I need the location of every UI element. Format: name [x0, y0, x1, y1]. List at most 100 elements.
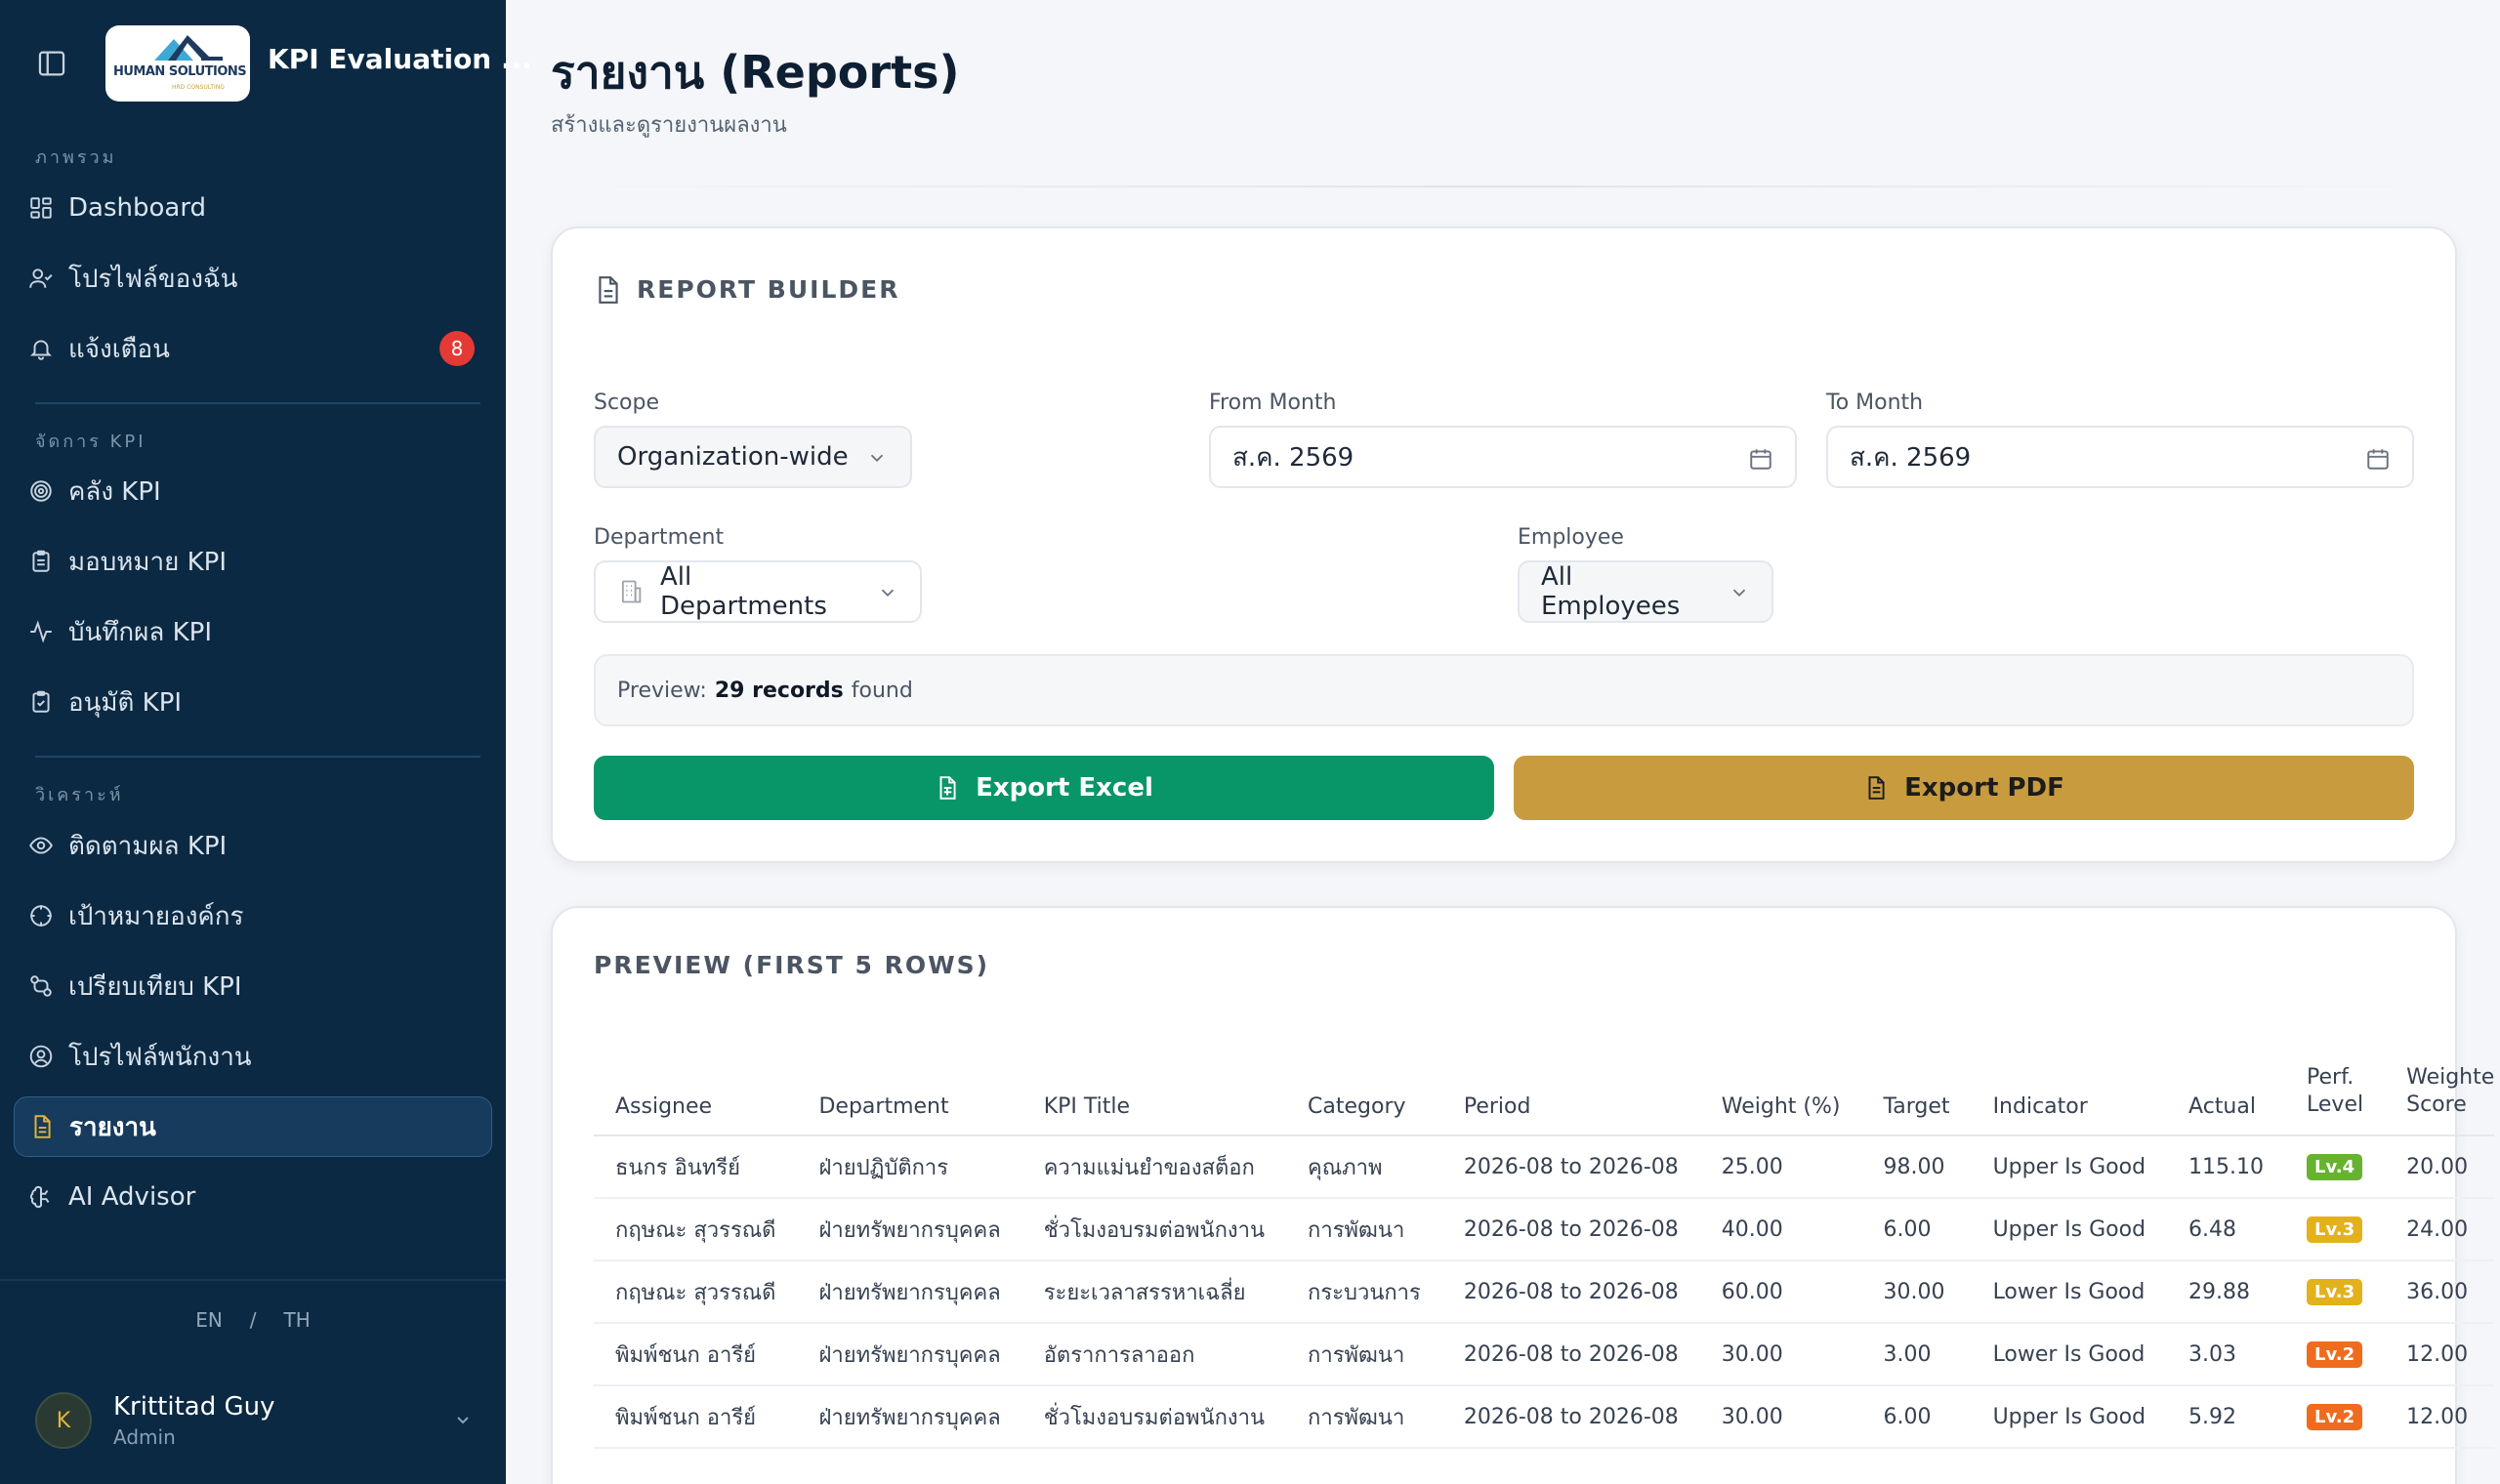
export-excel-button[interactable]: Export Excel [594, 756, 1494, 820]
scope-select[interactable]: Organization-wide [594, 426, 912, 488]
calendar-icon[interactable] [1748, 446, 1773, 472]
sidebar-item-ai-advisor[interactable]: AI Advisor [14, 1167, 492, 1227]
cell-period: 2026-08 to 2026-08 [1441, 1260, 1700, 1324]
preview-table: Assignee Department KPI Title Category P… [594, 1064, 2495, 1449]
sidebar-item-assign-kpi[interactable]: มอบหมาย KPI [14, 531, 492, 592]
lang-th-button[interactable]: TH [284, 1308, 311, 1332]
column-header: Assignee [594, 1064, 798, 1136]
column-header: Period [1441, 1064, 1700, 1136]
cell-period: 2026-08 to 2026-08 [1441, 1198, 1700, 1261]
activity-icon [27, 618, 55, 645]
cell-score: 20.00 [2385, 1135, 2495, 1199]
chevron-down-icon [1729, 581, 1750, 602]
cell-department: ฝ่ายทรัพยากรบุคคล [797, 1323, 1022, 1386]
sidebar-item-track-kpi[interactable]: ติดตามผล KPI [14, 815, 492, 876]
chevron-down-icon [451, 1408, 475, 1431]
cell-kpi-title: อัตราการลาออก [1021, 1323, 1287, 1386]
lang-separator: / [249, 1308, 257, 1332]
column-header: Weighte Score [2385, 1064, 2495, 1136]
clipboard-list-icon [27, 548, 55, 575]
cell-category: คุณภาพ [1286, 1135, 1442, 1199]
from-month-input[interactable]: ส.ค. 2569 [1209, 426, 1797, 488]
sidebar-item-kpi-library[interactable]: คลัง KPI [14, 461, 492, 521]
cell-department: ฝ่ายทรัพยากรบุคคล [797, 1198, 1022, 1261]
cell-kpi-title: ชั่วโมงอบรมต่อพนักงาน [1021, 1385, 1287, 1449]
sidebar-item-label: คลัง KPI [68, 476, 161, 507]
table-row[interactable]: กฤษณะ สุวรรณดี ฝ่ายทรัพยากรบุคคล ระยะเวลาส… [594, 1260, 2495, 1324]
column-header: Department [797, 1064, 1022, 1136]
lang-en-button[interactable]: EN [195, 1308, 223, 1332]
sidebar-item-label: โปรไฟล์ของฉัน [68, 264, 238, 294]
sidebar: HUMAN SOLUTIONS HRD CONSULTING KPI Evalu… [0, 0, 532, 1484]
sidebar-item-label: ติดตามผล KPI [68, 831, 228, 861]
clipboard-check-icon [27, 688, 55, 716]
sidebar-toggle-icon[interactable] [35, 47, 68, 80]
cell-category: การพัฒนา [1286, 1385, 1442, 1449]
cell-assignee: ธนกร อินทรีย์ [594, 1135, 798, 1199]
cell-category: การพัฒนา [1286, 1323, 1442, 1386]
cell-period: 2026-08 to 2026-08 [1441, 1323, 1700, 1386]
user-menu[interactable]: K Krittitad Guy Admin [35, 1386, 475, 1455]
cell-score: 12.00 [2385, 1323, 2495, 1386]
dashboard-icon [27, 194, 55, 222]
cell-weight: 40.00 [1699, 1198, 1862, 1261]
company-logo[interactable]: HUMAN SOLUTIONS HRD CONSULTING [105, 25, 250, 102]
header-divider [551, 186, 2455, 187]
bell-icon [27, 335, 55, 362]
department-label: Department [594, 525, 725, 550]
preview-record-count: Preview: 29 records found [594, 654, 2414, 726]
logo-text: HUMAN SOLUTIONS [113, 64, 247, 79]
export-pdf-button[interactable]: Export PDF [1514, 756, 2414, 820]
cell-category: การพัฒนา [1286, 1198, 1442, 1261]
performance-level-badge: Lv.3 [2307, 1216, 2363, 1243]
preview-prefix: Preview: [617, 678, 707, 703]
cell-weight: 30.00 [1699, 1323, 1862, 1386]
sidebar-item-org-goals[interactable]: เป้าหมายองค์กร [14, 886, 492, 946]
sidebar-item-approve-kpi[interactable]: อนุมัติ KPI [14, 672, 492, 732]
file-text-icon [1863, 775, 1889, 801]
cell-category: กระบวนการ [1286, 1260, 1442, 1324]
column-header: Category [1286, 1064, 1442, 1136]
performance-level-badge: Lv.3 [2307, 1278, 2363, 1305]
sidebar-divider [35, 402, 480, 404]
section-label-overview: ภาพรวม [35, 147, 117, 168]
sidebar-item-dashboard[interactable]: Dashboard [14, 178, 492, 238]
sidebar-item-reports[interactable]: รายงาน [14, 1096, 492, 1157]
preview-count: 29 records [714, 678, 844, 703]
cell-actual: 115.10 [2167, 1135, 2286, 1199]
cell-level: Lv.2 [2285, 1323, 2386, 1386]
sidebar-item-label: เปรียบเทียบ KPI [68, 971, 242, 1002]
to-month-input[interactable]: ส.ค. 2569 [1826, 426, 2414, 488]
table-row[interactable]: พิมพ์ชนก อารีย์ ฝ่ายทรัพยากรบุคคล ชั่วโมงอ… [594, 1385, 2495, 1449]
avatar: K [35, 1392, 92, 1449]
calendar-icon[interactable] [2365, 446, 2391, 472]
employee-select[interactable]: All Employees [1518, 560, 1773, 623]
chevron-down-icon [866, 446, 888, 468]
table-header-row: Assignee Department KPI Title Category P… [594, 1064, 2495, 1136]
cell-level: Lv.4 [2285, 1135, 2386, 1199]
column-header: Weight (%) [1699, 1064, 1862, 1136]
cell-score: 12.00 [2385, 1385, 2495, 1449]
cell-assignee: กฤษณะ สุวรรณดี [594, 1198, 798, 1261]
cell-period: 2026-08 to 2026-08 [1441, 1385, 1700, 1449]
employee-value: All Employees [1541, 562, 1681, 621]
table-row[interactable]: กฤษณะ สุวรรณดี ฝ่ายทรัพยากรบุคคล ชั่วโมงอบ… [594, 1198, 2495, 1261]
sidebar-item-record-kpi[interactable]: บันทึกผล KPI [14, 601, 492, 662]
sidebar-item-notifications[interactable]: แจ้งเตือน 8 [14, 318, 492, 379]
department-select[interactable]: All Departments [594, 560, 922, 623]
table-row[interactable]: ธนกร อินทรีย์ ฝ่ายปฏิบัติการ ความแม่นยำของ… [594, 1135, 2495, 1199]
sidebar-item-employee-profile[interactable]: โปรไฟล์พนักงาน [14, 1026, 492, 1087]
cell-actual: 5.92 [2167, 1385, 2286, 1449]
preview-suffix: found [851, 678, 913, 703]
sidebar-item-label: แจ้งเตือน [68, 334, 170, 364]
table-row[interactable]: พิมพ์ชนก อารีย์ ฝ่ายทรัพยากรบุคคล อัตราการ… [594, 1323, 2495, 1386]
cell-score: 36.00 [2385, 1260, 2495, 1324]
logo-subtext: HRD CONSULTING [172, 84, 225, 91]
section-label-kpi-management: จัดการ KPI [35, 432, 146, 452]
sidebar-divider [35, 756, 480, 758]
sidebar-item-label: รายงาน [69, 1112, 156, 1142]
column-header: Perf. Level [2285, 1064, 2386, 1136]
report-builder-title: REPORT BUILDER [637, 275, 900, 304]
sidebar-item-compare-kpi[interactable]: เปรียบเทียบ KPI [14, 956, 492, 1016]
sidebar-item-my-profile[interactable]: โปรไฟล์ของฉัน [14, 248, 492, 309]
